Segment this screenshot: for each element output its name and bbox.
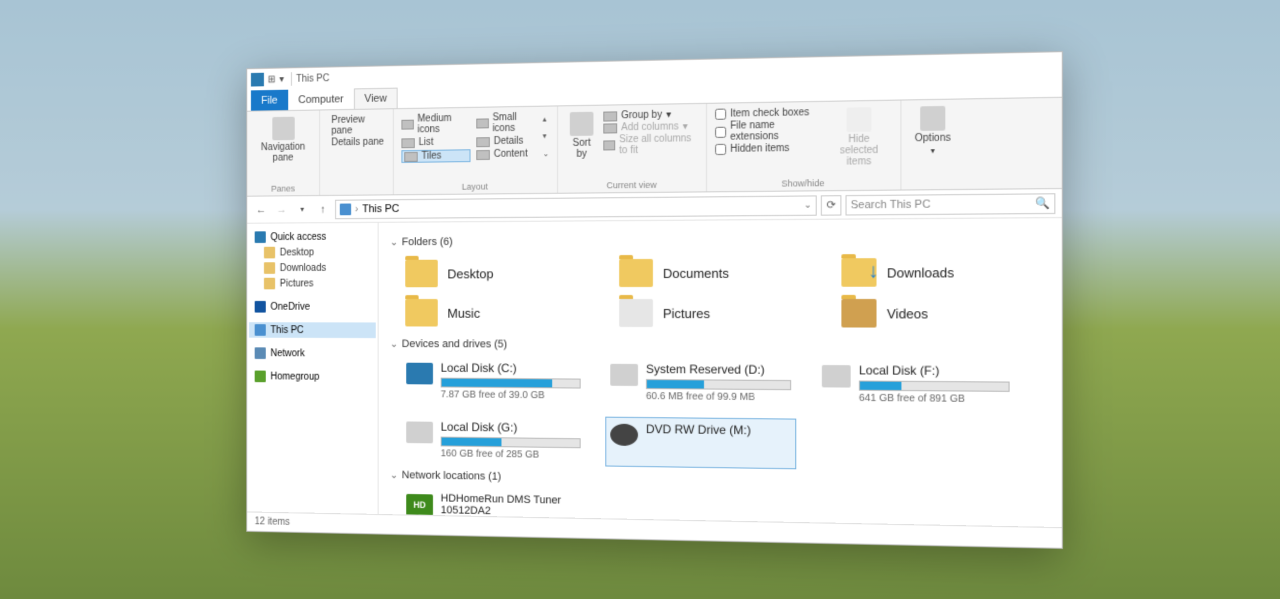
options-button[interactable]: Options ▾: [910, 103, 956, 157]
main-content: Folders (6) Desktop Documents Downloads …: [379, 218, 1062, 527]
layout-tiles[interactable]: Tiles: [401, 149, 470, 163]
ribbon: Navigation pane Panes Preview pane Detai…: [247, 97, 1062, 196]
windows-drive-icon: [406, 362, 433, 384]
disk-icon: [406, 421, 433, 443]
search-input[interactable]: Search This PC 🔍: [846, 192, 1056, 214]
cloud-icon: [255, 300, 266, 312]
folder-icon: [841, 298, 876, 327]
layout-medium-icons[interactable]: Medium icons: [401, 112, 470, 135]
window-title: This PC: [296, 72, 329, 83]
hidden-items[interactable]: Hidden items: [715, 142, 818, 154]
breadcrumb[interactable]: This PC: [362, 202, 399, 214]
sidebar-downloads[interactable]: Downloads: [249, 259, 376, 275]
disk-icon: [822, 365, 851, 388]
tab-view[interactable]: View: [354, 87, 397, 108]
sort-icon: [570, 111, 594, 135]
tab-file[interactable]: File: [251, 89, 288, 110]
nav-pane-icon: [272, 116, 294, 140]
preview-pane-btn[interactable]: Preview pane: [328, 114, 386, 136]
layout-list[interactable]: List: [401, 136, 470, 148]
sidebar-desktop[interactable]: Desktop: [249, 244, 376, 260]
pc-icon: [255, 324, 266, 336]
dvd-icon: [610, 423, 638, 445]
section-folders-header[interactable]: Folders (6): [390, 232, 1049, 247]
hdhomerun-icon: HD: [406, 493, 433, 515]
section-drives-header[interactable]: Devices and drives (5): [390, 338, 1049, 353]
group-by-button[interactable]: Group by ▾: [603, 109, 698, 122]
network-icon: [255, 347, 266, 359]
sidebar-onedrive[interactable]: OneDrive: [249, 299, 376, 315]
drive-m-dvd[interactable]: DVD RW Drive (M:): [605, 416, 796, 469]
add-columns-button[interactable]: Add columns ▾: [603, 121, 698, 133]
drive-c[interactable]: Local Disk (C:)7.87 GB free of 39.0 GB: [401, 355, 585, 406]
hide-selected-icon: [847, 107, 872, 132]
app-icon: [251, 72, 264, 86]
file-explorer-window: ⊞ ▾ This PC File Computer View Navigatio…: [246, 51, 1063, 549]
sidebar-quick-access[interactable]: Quick access: [249, 228, 376, 244]
drive-g[interactable]: Local Disk (G:)160 GB free of 285 GB: [401, 414, 585, 466]
nav-back-button[interactable]: ←: [253, 200, 270, 218]
disk-icon: [610, 363, 638, 385]
nav-recent-button[interactable]: ▾: [294, 200, 311, 218]
drive-d[interactable]: System Reserved (D:)60.6 MB free of 99.9…: [605, 356, 796, 408]
layout-scroll[interactable]: ▴▾⌄: [543, 110, 550, 162]
size-columns-button[interactable]: Size all columns to fit: [603, 133, 698, 156]
folder-icon: [619, 298, 653, 326]
folder-videos[interactable]: Videos: [837, 292, 1025, 333]
tab-computer[interactable]: Computer: [288, 88, 354, 110]
details-pane-btn[interactable]: Details pane: [328, 136, 386, 148]
layout-small-icons[interactable]: Small icons: [476, 111, 537, 134]
layout-details[interactable]: Details: [476, 135, 537, 147]
qt-prop[interactable]: ⊞: [268, 73, 276, 84]
refresh-button[interactable]: ⟳: [821, 194, 842, 215]
sidebar-this-pc[interactable]: This PC: [249, 322, 376, 338]
folder-music[interactable]: Music: [401, 293, 575, 333]
folder-icon: [405, 299, 438, 327]
homegroup-icon: [255, 370, 266, 382]
qt-chevron[interactable]: ▾: [279, 73, 284, 84]
sidebar-homegroup[interactable]: Homegroup: [249, 368, 376, 384]
folder-icon: [405, 259, 438, 287]
address-dropdown[interactable]: ⌄: [804, 199, 812, 210]
folder-desktop[interactable]: Desktop: [401, 253, 575, 293]
folder-icon: [841, 258, 876, 287]
drive-f[interactable]: Local Disk (F:)641 GB free of 891 GB: [817, 357, 1015, 410]
item-check-boxes[interactable]: Item check boxes: [715, 107, 818, 120]
address-bar[interactable]: › This PC ⌄: [335, 194, 817, 218]
options-icon: [920, 105, 945, 130]
search-icon: 🔍: [1035, 196, 1050, 210]
status-text: 12 items: [255, 516, 290, 527]
file-name-extensions[interactable]: File name extensions: [715, 119, 818, 143]
hide-selected-button[interactable]: Hide selected items: [826, 104, 892, 169]
sidebar: Quick access Desktop Downloads Pictures …: [247, 222, 378, 513]
folder-pictures[interactable]: Pictures: [615, 292, 796, 333]
folder-documents[interactable]: Documents: [615, 252, 796, 293]
navigation-pane-button[interactable]: Navigation pane: [255, 114, 312, 165]
layout-content[interactable]: Content: [476, 148, 537, 160]
folder-downloads[interactable]: Downloads: [837, 251, 1025, 292]
pc-icon: [340, 203, 351, 215]
star-icon: [255, 231, 266, 243]
sort-by-button[interactable]: Sort by: [566, 109, 598, 161]
nav-forward-button[interactable]: →: [273, 200, 290, 218]
sidebar-network[interactable]: Network: [249, 345, 376, 361]
folder-icon: [619, 258, 653, 286]
sidebar-pictures[interactable]: Pictures: [249, 275, 376, 291]
nav-up-button[interactable]: ↑: [314, 200, 331, 218]
